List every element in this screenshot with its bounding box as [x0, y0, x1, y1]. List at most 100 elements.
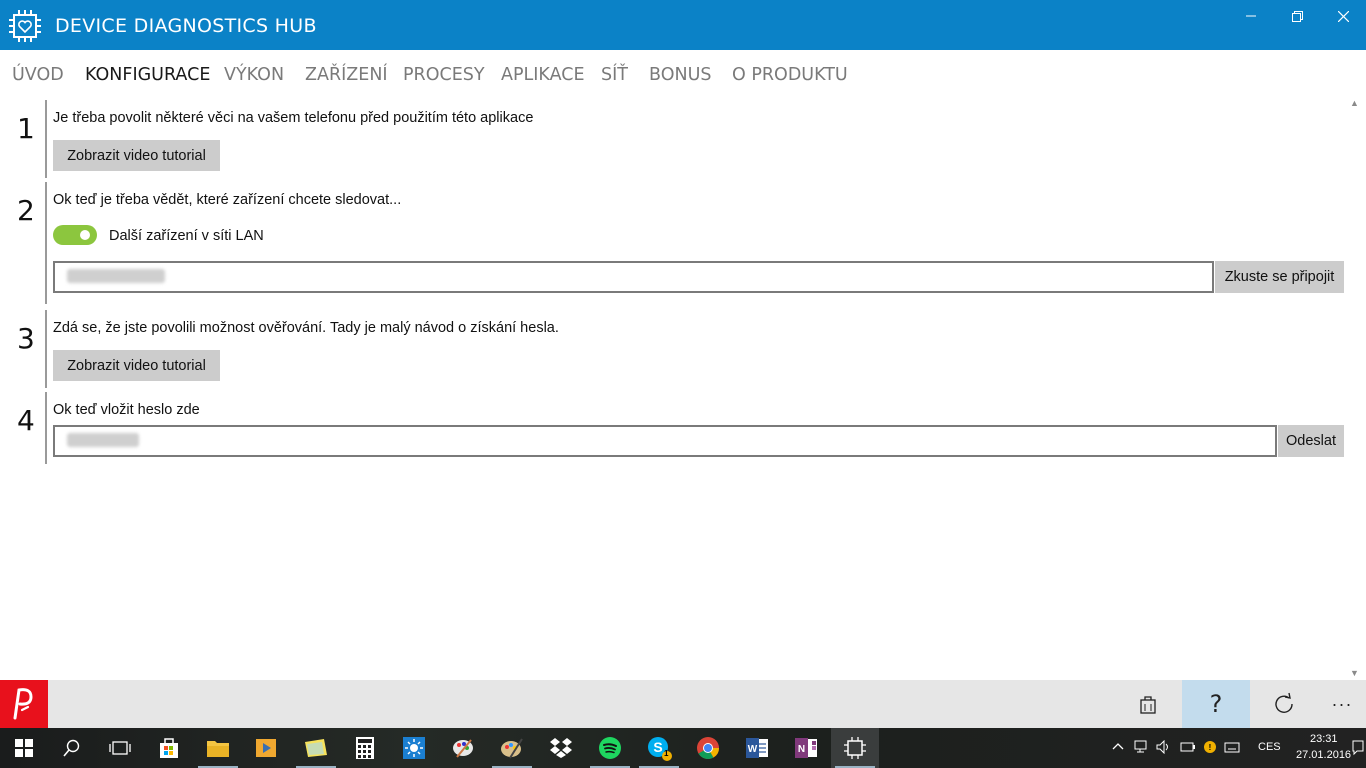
step-number: 3: [17, 322, 35, 355]
tab-sit[interactable]: SÍŤ: [601, 65, 628, 85]
search-button[interactable]: [48, 728, 96, 768]
title-bar: DEVICE DIAGNOSTICS HUB: [0, 0, 1366, 50]
step-text: Ok teď je třeba vědět, které zařízení ch…: [53, 192, 402, 208]
fresh-paint-icon: [501, 738, 523, 759]
step-divider: [45, 392, 47, 464]
app-title: DEVICE DIAGNOSTICS HUB: [55, 15, 317, 37]
step-text: Je třeba povolit některé věci na vašem t…: [53, 110, 534, 126]
help-button[interactable]: ?: [1182, 680, 1250, 728]
ip-address-input[interactable]: [53, 261, 1214, 293]
ad-logo[interactable]: [0, 680, 48, 728]
step-text: Ok teď vložit heslo zde: [53, 402, 200, 418]
taskbar-file-explorer[interactable]: [194, 728, 242, 768]
taskbar-calculator[interactable]: [341, 728, 389, 768]
vertical-scrollbar[interactable]: ▲ ▼: [1344, 98, 1366, 680]
minimize-button[interactable]: [1228, 0, 1274, 32]
toggle-label: Další zařízení v síti LAN: [109, 228, 264, 244]
notification-warning-icon[interactable]: !: [1202, 739, 1218, 755]
video-tutorial-button[interactable]: Zobrazit video tutorial: [53, 140, 220, 171]
step-number: 2: [17, 194, 35, 227]
minimize-icon: [1246, 15, 1256, 17]
taskbar-paint[interactable]: [439, 728, 487, 768]
step-number: 1: [17, 112, 35, 145]
taskbar-fresh-paint[interactable]: [488, 728, 536, 768]
spotify-icon: [599, 737, 621, 759]
chip-heart-icon: [8, 9, 42, 43]
clock-time[interactable]: 23:31: [1310, 733, 1338, 745]
taskbar-media-player[interactable]: [242, 728, 290, 768]
svg-text:S: S: [653, 739, 662, 755]
toggle-knob: [80, 230, 90, 240]
network-icon[interactable]: [1134, 740, 1150, 754]
tab-konfigurace[interactable]: KONFIGURACE: [85, 65, 210, 85]
taskbar-device-diagnostics-hub[interactable]: [831, 728, 879, 768]
svg-text:W: W: [748, 744, 758, 755]
sticky-notes-icon: [305, 739, 327, 757]
main-nav: ÚVOD KONFIGURACE VÝKON ZAŘÍZENÍ PROCESY …: [0, 50, 1366, 98]
store-icon: [160, 738, 178, 758]
calculator-icon: [356, 737, 374, 759]
clock-date[interactable]: 27.01.2016: [1296, 749, 1351, 761]
word-icon: W: [746, 738, 768, 758]
restore-button[interactable]: [1274, 0, 1320, 32]
close-button[interactable]: [1320, 0, 1366, 32]
taskbar-chrome[interactable]: [684, 728, 732, 768]
step-1: 1 Je třeba povolit některé věci na vašem…: [0, 100, 1344, 178]
restore-icon: [1291, 10, 1303, 22]
notifications-icon[interactable]: [1352, 740, 1364, 756]
taskbar-store[interactable]: [145, 728, 193, 768]
paint-icon: [453, 739, 473, 758]
step-text: Zdá se, že jste povolili možnost ověřová…: [53, 320, 559, 336]
svg-text:N: N: [798, 744, 805, 755]
tab-o-produktu[interactable]: O PRODUKTU: [732, 65, 848, 85]
tab-aplikace[interactable]: APLIKACE: [501, 65, 585, 85]
battery-icon[interactable]: [1180, 740, 1196, 754]
scroll-down-icon[interactable]: ▼: [1350, 668, 1359, 678]
lan-device-toggle[interactable]: [53, 225, 97, 245]
taskbar-skype[interactable]: S 1: [635, 728, 683, 768]
skype-icon: S: [648, 737, 672, 761]
taskbar-word[interactable]: W: [733, 728, 781, 768]
tab-zarizeni[interactable]: ZAŘÍZENÍ: [305, 65, 388, 85]
chip-icon: [844, 737, 866, 759]
password-input[interactable]: [53, 425, 1277, 457]
start-button[interactable]: [0, 728, 48, 768]
weather-icon: [403, 737, 425, 759]
redacted-ip-text: [67, 269, 165, 283]
submit-button[interactable]: Odeslat: [1278, 425, 1344, 457]
app-bar: ? ···: [0, 680, 1366, 728]
video-tutorial-button[interactable]: Zobrazit video tutorial: [53, 350, 220, 381]
task-view-button[interactable]: [96, 728, 144, 768]
redacted-password-text: [67, 433, 139, 447]
store-button[interactable]: [1114, 680, 1182, 728]
step-2: 2 Ok teď je třeba vědět, které zařízení …: [0, 182, 1344, 304]
scroll-up-icon[interactable]: ▲: [1350, 98, 1359, 108]
refresh-icon: [1275, 692, 1293, 713]
taskbar-spotify[interactable]: [586, 728, 634, 768]
search-icon: [63, 739, 80, 757]
chrome-icon: [697, 737, 719, 759]
tab-uvod[interactable]: ÚVOD: [12, 65, 64, 85]
tab-procesy[interactable]: PROCESY: [403, 65, 485, 85]
tab-vykon[interactable]: VÝKON: [224, 65, 284, 85]
chevron-up-icon[interactable]: [1112, 742, 1124, 750]
system-tray: !: [1110, 728, 1250, 768]
language-indicator[interactable]: CES: [1258, 741, 1281, 753]
step-divider: [45, 182, 47, 304]
step-divider: [45, 310, 47, 388]
help-icon: ?: [1209, 690, 1223, 718]
tab-bonus[interactable]: BONUS: [649, 65, 711, 85]
taskbar-sticky-notes[interactable]: [292, 728, 340, 768]
folder-icon: [207, 741, 229, 757]
step-4: 4 Ok teď vložit heslo zde Odeslat: [0, 392, 1344, 464]
taskbar-onenote[interactable]: N: [782, 728, 830, 768]
volume-icon[interactable]: [1156, 740, 1172, 754]
svg-text:!: !: [1209, 743, 1212, 752]
windows-icon: [15, 739, 33, 757]
taskbar-weather[interactable]: [390, 728, 438, 768]
keyboard-icon[interactable]: [1224, 740, 1240, 754]
more-button[interactable]: ···: [1308, 680, 1366, 728]
taskbar: S 1 W N ! CES 23:31 27.01.2016: [0, 728, 1366, 768]
connect-button[interactable]: Zkuste se připojit: [1215, 261, 1344, 293]
taskbar-dropbox[interactable]: [537, 728, 585, 768]
